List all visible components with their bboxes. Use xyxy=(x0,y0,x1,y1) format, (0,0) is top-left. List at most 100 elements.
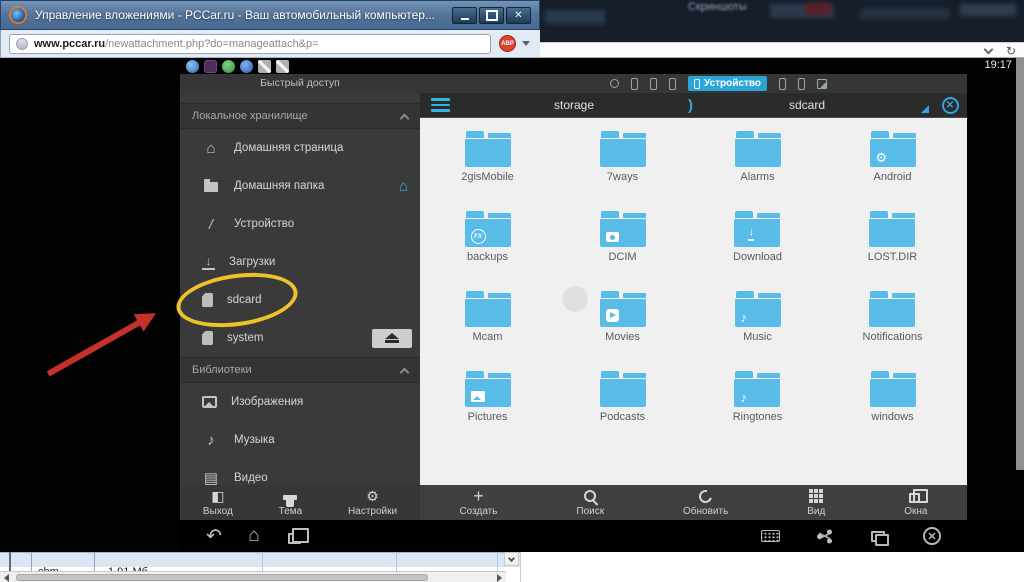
display-icon[interactable] xyxy=(868,531,888,542)
toolbar-button-shirt[interactable]: Тема xyxy=(279,485,303,520)
scrollbar-thumb[interactable] xyxy=(16,574,428,581)
folder-flap xyxy=(758,293,781,298)
folder-item-alarms[interactable]: Alarms xyxy=(735,128,781,208)
add-panel-icon[interactable] xyxy=(817,79,827,89)
home-tab-icon[interactable] xyxy=(610,79,619,88)
folder-item-lost.dir[interactable]: LOST.DIR xyxy=(868,208,918,288)
window-titlebar[interactable]: Управление вложениями - PCCar.ru - Ваш а… xyxy=(0,0,540,30)
close-button[interactable]: ✕ xyxy=(506,7,531,24)
folder-body xyxy=(869,299,915,327)
sidebar-item-музыка[interactable]: ♪Музыка xyxy=(180,421,420,459)
browser-navbar: www.pccar.ru/newattachment.php?do=manage… xyxy=(0,30,540,58)
scroll-right-icon[interactable] xyxy=(497,574,502,582)
close-icon[interactable]: ✕ xyxy=(922,527,942,545)
horizontal-scrollbar[interactable] xyxy=(0,571,506,582)
folder-flap xyxy=(757,213,780,218)
folder-name: Podcasts xyxy=(600,411,645,423)
folder-icon xyxy=(870,371,916,407)
sidebar-item-label: Музыка xyxy=(234,434,275,446)
adblock-dropdown-icon[interactable] xyxy=(522,41,530,46)
section-title: Библиотеки xyxy=(192,364,252,376)
keyboard-icon[interactable] xyxy=(760,530,780,542)
folder-icon: ↓ xyxy=(734,211,780,247)
sidebar-item-загрузки[interactable]: ↓Загрузки xyxy=(180,243,420,281)
folder-item-7ways[interactable]: 7ways xyxy=(600,128,646,208)
folder-item-ringtones[interactable]: ♪Ringtones xyxy=(733,368,783,448)
toolbar-button-exit[interactable]: ◧Выход xyxy=(203,485,233,520)
scroll-left-icon[interactable] xyxy=(4,574,9,582)
sidebar-item-домашняя-страница[interactable]: ⌂Домашняя страница xyxy=(180,129,420,167)
folder-tab xyxy=(735,371,753,378)
sidebar-item-label: Видео xyxy=(234,472,268,484)
folder-body xyxy=(734,219,780,247)
reload-icon[interactable]: ↻ xyxy=(1006,44,1016,58)
adblock-icon[interactable]: ABP xyxy=(499,35,516,52)
sidebar-item-изображения[interactable]: Изображения xyxy=(180,383,420,421)
breadcrumb-segment-storage[interactable]: storage xyxy=(460,98,688,112)
sidebar-item-устройство[interactable]: /Устройство xyxy=(180,205,420,243)
folder-item-music[interactable]: ♪Music xyxy=(735,288,781,368)
sidebar-section-header[interactable]: Локальное хранилище xyxy=(180,103,420,129)
folder-item-movies[interactable]: Movies xyxy=(600,288,646,368)
home-icon[interactable]: ⌂ xyxy=(399,178,408,195)
sdcard-icon xyxy=(202,331,213,345)
site-identity-icon[interactable] xyxy=(16,38,28,50)
device-tab-icon[interactable] xyxy=(650,78,657,90)
background-scrollbar[interactable] xyxy=(1016,58,1024,470)
back-icon[interactable]: ↶ xyxy=(204,525,224,548)
close-icon: ✕ xyxy=(942,97,959,114)
toolbar-button-search[interactable]: Поиск xyxy=(576,485,604,520)
address-bar[interactable]: www.pccar.ru/newattachment.php?do=manage… xyxy=(9,34,491,54)
vertical-scroll-down-button[interactable] xyxy=(504,552,519,566)
toolbar-button-windows[interactable]: Окна xyxy=(904,485,927,520)
breadcrumb-segment-sdcard[interactable]: sdcard xyxy=(693,98,921,112)
active-device-tab[interactable]: Устройство xyxy=(688,76,767,91)
folder-tab xyxy=(870,291,888,298)
toolbar-button-gear[interactable]: ⚙Настройки xyxy=(348,485,397,520)
sidebar-item-label: Домашняя папка xyxy=(234,180,324,192)
table-column-lines xyxy=(0,552,520,572)
folder-item-backups[interactable]: FX backups xyxy=(465,208,511,288)
sidebar-item-label: Изображения xyxy=(231,396,303,408)
download-icon: ↓ xyxy=(202,255,215,270)
folder-item-windows[interactable]: windows xyxy=(870,368,916,448)
recents-icon[interactable] xyxy=(284,529,304,544)
folder-item-pictures[interactable]: Pictures xyxy=(465,368,511,448)
share-icon[interactable] xyxy=(814,529,834,543)
folder-item-dcim[interactable]: DCIM xyxy=(600,208,646,288)
folder-item-download[interactable]: ↓Download xyxy=(733,208,782,288)
device-tab-icon[interactable] xyxy=(779,78,786,90)
folder-item-mcam[interactable]: Mcam xyxy=(465,288,511,368)
android-header-band: Быстрый доступ Устройство xyxy=(180,74,967,93)
folder-name: Pictures xyxy=(468,411,508,423)
android-status-bar: 19:17 xyxy=(180,58,1024,74)
sidebar-item-видео[interactable]: ▤Видео xyxy=(180,459,420,485)
dropdown-chevron-icon[interactable] xyxy=(984,45,994,55)
home-icon[interactable]: ⌂ xyxy=(244,525,264,547)
sidebar-item-домашняя-папка[interactable]: Домашняя папка ⌂ xyxy=(180,167,420,205)
minimize-button[interactable] xyxy=(452,7,477,24)
device-tab-icon[interactable] xyxy=(631,78,638,90)
device-tab-icon[interactable] xyxy=(798,78,805,90)
folder-item-android[interactable]: ⚙Android xyxy=(870,128,916,208)
folder-flap xyxy=(488,293,511,298)
toolbar-button-label: Настройки xyxy=(348,506,397,517)
eject-button[interactable] xyxy=(372,329,412,348)
device-tab-icon[interactable] xyxy=(669,78,676,90)
gear-icon: ⚙ xyxy=(876,151,888,164)
sidebar-section-header[interactable]: Библиотеки xyxy=(180,357,420,383)
close-panel-button[interactable]: ✕ xyxy=(933,97,967,114)
menu-icon[interactable] xyxy=(420,98,460,112)
folder-name: backups xyxy=(467,251,508,263)
toolbar-button-grid[interactable]: Вид xyxy=(807,485,825,520)
folder-tab xyxy=(871,131,889,138)
folder-item-podcasts[interactable]: Podcasts xyxy=(600,368,646,448)
home-icon: ⌂ xyxy=(202,139,220,157)
breadcrumb-corner-marker xyxy=(921,105,929,113)
maximize-button[interactable] xyxy=(479,7,504,24)
folder-item-notifications[interactable]: Notifications xyxy=(863,288,923,368)
toolbar-button-plus[interactable]: +Создать xyxy=(459,485,497,520)
folder-icon: FX xyxy=(465,211,511,247)
toolbar-button-refresh[interactable]: Обновить xyxy=(683,485,728,520)
folder-item-2gismobile[interactable]: 2gisMobile xyxy=(461,128,514,208)
